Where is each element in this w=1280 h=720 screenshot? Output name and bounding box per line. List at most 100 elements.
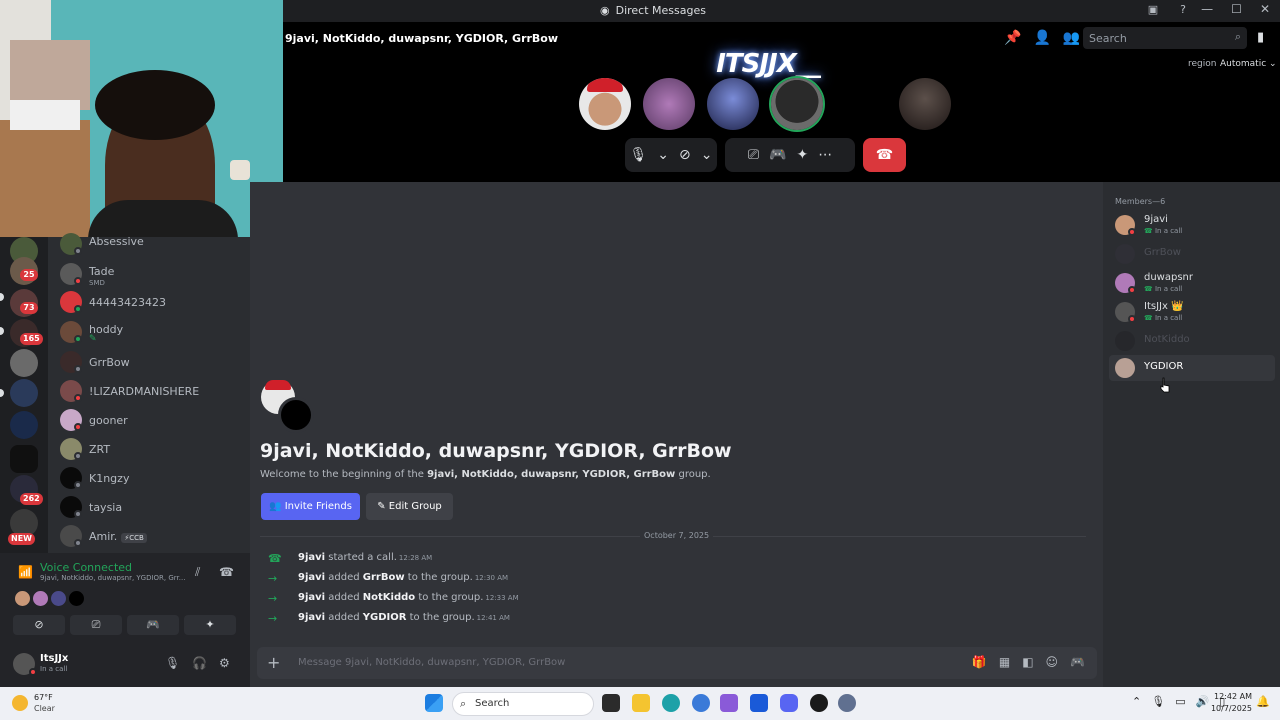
emoji-icon[interactable]: ☺: [1046, 655, 1059, 669]
member-item[interactable]: ItsJJx 👑 ☎ In a call: [1109, 299, 1275, 325]
discord-icon[interactable]: [780, 694, 798, 712]
status-indicator: [74, 394, 82, 402]
streamer-logo: ITSJJX__: [716, 49, 821, 79]
member-item[interactable]: GrrBow: [1109, 241, 1275, 267]
dm-item[interactable]: 44443423423: [48, 289, 250, 317]
dm-item[interactable]: hoddy ✎: [48, 319, 250, 347]
notification-icon[interactable]: 🔔: [1256, 695, 1270, 708]
voice-participant-avatar[interactable]: [69, 591, 84, 606]
server-icon[interactable]: [10, 349, 38, 377]
soundboard-button[interactable]: ✦: [184, 615, 236, 635]
member-item[interactable]: duwapsnr ☎ In a call: [1109, 270, 1275, 296]
edge-icon[interactable]: [662, 694, 680, 712]
participant-avatar[interactable]: [643, 78, 695, 130]
task-view-icon[interactable]: [602, 694, 620, 712]
taskbar-search[interactable]: ⌕ Search: [452, 692, 594, 716]
voice-channel[interactable]: 9javi, NotKiddo, duwapsnr, YGDIOR, Grr..…: [40, 574, 185, 582]
participant-avatar[interactable]: [707, 78, 759, 130]
server-icon[interactable]: [10, 379, 38, 407]
chevron-down-icon[interactable]: ⌄: [701, 147, 713, 163]
dm-item[interactable]: Absessive: [48, 231, 250, 259]
disconnect-icon[interactable]: ☎: [219, 565, 234, 579]
settings-icon[interactable]: ⚙: [219, 656, 230, 670]
dm-item[interactable]: Tade SMD: [48, 261, 250, 289]
add-member-icon[interactable]: 👤: [1033, 30, 1050, 46]
sticker-icon[interactable]: ◧: [1022, 655, 1033, 669]
screen-share-button[interactable]: ⎚: [70, 615, 122, 635]
dm-item[interactable]: Amir. ⚡CCB: [48, 523, 250, 551]
message-composer[interactable]: + Message 9javi, NotKiddo, duwapsnr, YGD…: [257, 647, 1097, 679]
start-icon[interactable]: [425, 694, 443, 712]
pin-icon[interactable]: 📌: [1004, 30, 1021, 46]
camera-off-button[interactable]: ⊘: [13, 615, 65, 635]
gif-icon[interactable]: ▦: [999, 655, 1010, 669]
dm-item[interactable]: ZRT: [48, 436, 250, 464]
message-input[interactable]: Message 9javi, NotKiddo, duwapsnr, YGDIO…: [298, 657, 565, 668]
disconnect-button[interactable]: ☎: [863, 138, 906, 172]
close-icon[interactable]: ✕: [1260, 2, 1270, 16]
server-icon[interactable]: [10, 445, 38, 473]
clock-time[interactable]: 12:42 AM: [1212, 692, 1252, 701]
microphone-icon[interactable]: 🎙: [1151, 695, 1165, 708]
activity-controls: ⎚ 🎮 ✦ ⋯: [725, 138, 855, 172]
more-icon[interactable]: ⋯: [818, 147, 832, 163]
noise-suppression-icon[interactable]: ⫽: [195, 565, 200, 580]
server-icon[interactable]: [10, 411, 38, 439]
avatar: [1115, 244, 1135, 264]
voice-participant-avatar[interactable]: [15, 591, 30, 606]
weather-icon[interactable]: [12, 695, 28, 711]
participant-avatar[interactable]: [579, 78, 631, 130]
chevron-down-icon[interactable]: ⌄: [657, 147, 669, 163]
dm-item[interactable]: gooner: [48, 407, 250, 435]
participant-avatar-speaking[interactable]: [771, 78, 823, 130]
camera-off-icon[interactable]: ⊘: [679, 147, 691, 163]
member-item[interactable]: NotKiddo: [1109, 328, 1275, 354]
microphone-icon[interactable]: 🎙: [165, 656, 180, 670]
weather-condition[interactable]: Clear: [34, 704, 55, 713]
search-input[interactable]: Search ⌕: [1083, 27, 1247, 49]
bookmark-icon[interactable]: ▮: [1257, 30, 1264, 45]
call-group-name: 9javi, NotKiddo, duwapsnr, YGDIOR, GrrBo…: [285, 32, 559, 45]
group-welcome: Welcome to the beginning of the 9javi, N…: [260, 469, 711, 480]
maximize-icon[interactable]: ☐: [1231, 2, 1242, 16]
inbox-icon[interactable]: ▣: [1146, 3, 1160, 17]
chevron-up-icon[interactable]: ⌃: [1132, 695, 1141, 708]
dm-item[interactable]: K1ngzy: [48, 465, 250, 493]
activity-icon[interactable]: 🎮: [769, 147, 786, 163]
activity-button[interactable]: 🎮: [127, 615, 179, 635]
dm-item[interactable]: !LIZARDMANISHERE: [48, 378, 250, 406]
network-icon[interactable]: ▭: [1175, 695, 1185, 708]
voice-participant-avatar[interactable]: [51, 591, 66, 606]
activity-icon[interactable]: 🎮: [1070, 655, 1085, 669]
voice-participant-avatar[interactable]: [33, 591, 48, 606]
date-label: October 7, 2025: [640, 531, 714, 540]
screen-share-icon[interactable]: ⎚: [748, 147, 759, 163]
call-icon: ☎: [1144, 285, 1153, 293]
obs-icon[interactable]: [810, 694, 828, 712]
edit-group-button[interactable]: ✎ Edit Group: [366, 493, 453, 520]
gift-icon[interactable]: 🎁: [972, 655, 987, 669]
member-item[interactable]: 9javi ☎ In a call: [1109, 212, 1275, 238]
dm-item[interactable]: GrrBow: [48, 349, 250, 377]
invite-friends-button[interactable]: 👥 Invite Friends: [261, 493, 360, 520]
file-explorer-icon[interactable]: [632, 694, 650, 712]
webcam-overlay: [0, 0, 283, 237]
member-item-hovered[interactable]: YGDIOR: [1109, 355, 1275, 381]
microphone-icon[interactable]: 🎙: [630, 147, 648, 163]
composer-tools: 🎁 ▦ ◧ ☺ 🎮: [972, 655, 1085, 669]
headphones-icon[interactable]: 🎧: [192, 656, 207, 670]
weather-temperature[interactable]: 67°F: [34, 693, 53, 702]
plus-icon[interactable]: +: [267, 653, 280, 672]
minimize-icon[interactable]: —: [1201, 2, 1213, 16]
dm-item[interactable]: taysia: [48, 494, 250, 522]
app-icon[interactable]: [692, 694, 710, 712]
help-icon[interactable]: ?: [1176, 3, 1190, 17]
members-icon[interactable]: 👥: [1063, 30, 1080, 46]
participant-avatar[interactable]: [899, 78, 951, 130]
settings-icon[interactable]: [838, 694, 856, 712]
app-icon[interactable]: [720, 694, 738, 712]
store-icon[interactable]: [750, 694, 768, 712]
clock-date[interactable]: 10/7/2025: [1208, 704, 1252, 713]
region-select[interactable]: Automatic ⌄: [1220, 59, 1277, 69]
soundboard-icon[interactable]: ✦: [796, 147, 808, 163]
